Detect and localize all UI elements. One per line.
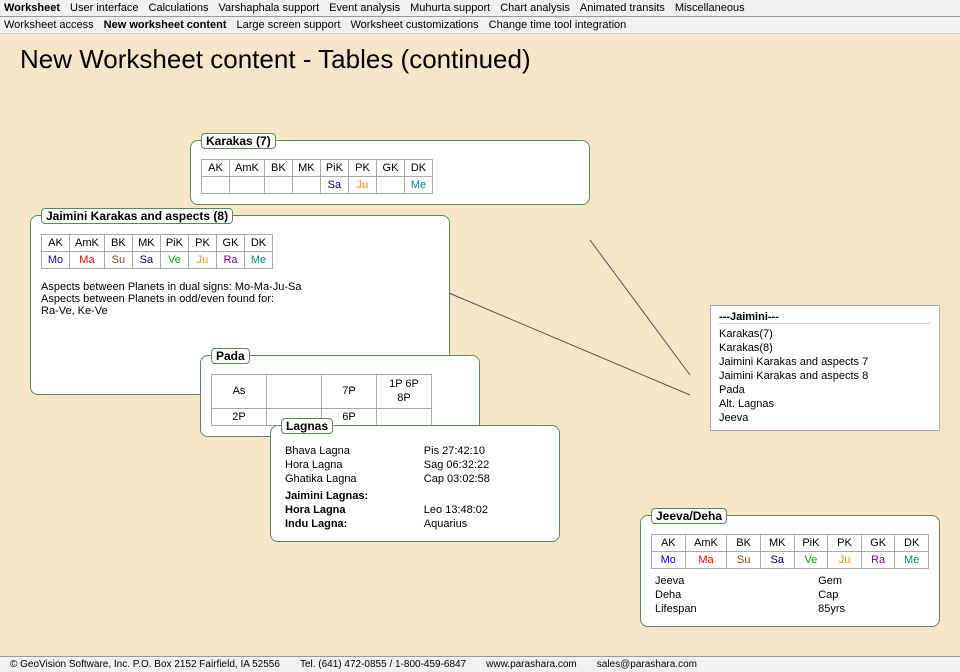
nav2-new-content[interactable]: New worksheet content: [104, 19, 227, 31]
karakas7-table: AKAmKBKMKPiKPKGKDK Sa Ju Me: [201, 159, 433, 194]
jeeva-value: Gem: [814, 574, 929, 588]
sidebar-item-aspects8[interactable]: Jaimini Karakas and aspects 8: [719, 369, 931, 383]
ghatika-lagna-label: Ghatika Lagna: [281, 472, 420, 486]
nav-chart-analysis[interactable]: Chart analysis: [500, 2, 570, 14]
jaimini-lagnas-title: Jaimini Lagnas:: [281, 486, 549, 503]
nav-muhurta[interactable]: Muhurta support: [410, 2, 490, 14]
aspects-text3: Ra-Ve, Ke-Ve: [41, 305, 439, 317]
footer: © GeoVision Software, Inc. P.O. Box 2152…: [0, 656, 960, 672]
deha-value: Cap: [814, 588, 929, 602]
nav-animated-transits[interactable]: Animated transits: [580, 2, 665, 14]
footer-copyright: © GeoVision Software, Inc. P.O. Box 2152…: [10, 659, 280, 670]
aspects-text1: Aspects between Planets in dual signs: M…: [41, 281, 439, 293]
indu-label: Indu Lagna:: [281, 517, 420, 531]
lagnas-panel: Lagnas Bhava Lagna Pis 27:42:10 Hora Lag…: [270, 425, 560, 542]
j-hora-label: Hora Lagna: [281, 503, 420, 517]
nav-user-interface[interactable]: User interface: [70, 2, 138, 14]
nav-worksheet[interactable]: Worksheet: [4, 2, 60, 14]
jeeva-deha-panel: Jeeva/Deha AKAmKBKMKPiKPKGKDK Mo Ma Su S…: [640, 515, 940, 627]
jeeva-label: Jeeva: [651, 574, 814, 588]
bhava-lagna-value: Pis 27:42:10: [420, 444, 549, 458]
karakas7-sa: Sa: [320, 177, 348, 194]
pada-title: Pada: [211, 348, 250, 364]
nav2-customizations[interactable]: Worksheet customizations: [350, 19, 478, 31]
nav2-worksheet-access[interactable]: Worksheet access: [4, 19, 94, 31]
nav-varshaphala[interactable]: Varshaphala support: [218, 2, 319, 14]
nav2-change-time[interactable]: Change time tool integration: [489, 19, 627, 31]
sidebar-item-pada[interactable]: Pada: [719, 383, 931, 397]
lagnas-table: Bhava Lagna Pis 27:42:10 Hora Lagna Sag …: [281, 444, 549, 531]
ghatika-lagna-value: Cap 03:02:58: [420, 472, 549, 486]
karakas7-title: Karakas (7): [201, 133, 276, 149]
page-title: New Worksheet content - Tables (continue…: [0, 34, 960, 85]
sidebar-item-karakas7[interactable]: Karakas(7): [719, 327, 931, 341]
nav2-large-screen[interactable]: Large screen support: [237, 19, 341, 31]
aspects-text2: Aspects between Planets in odd/even foun…: [41, 293, 439, 305]
jeeva-extra-table: Jeeva Gem Deha Cap Lifespan 85yrs: [651, 574, 929, 616]
second-nav-bar: Worksheet access New worksheet content L…: [0, 17, 960, 34]
jaimini8-title: Jaimini Karakas and aspects (8): [41, 208, 233, 224]
karakas7-panel: Karakas (7) AKAmKBKMKPiKPKGKDK Sa Ju Me: [190, 140, 590, 205]
sidebar-panel: ---Jaimini--- Karakas(7) Karakas(8) Jaim…: [710, 305, 940, 431]
karakas7-me: Me: [404, 177, 432, 194]
jaimini8-table: AKAmKBKMKPiKPKGKDK Mo Ma Su Sa Ve Ju Ra …: [41, 234, 273, 269]
top-nav-bar: Worksheet User interface Calculations Va…: [0, 0, 960, 17]
jeeva-deha-table: AKAmKBKMKPiKPKGKDK Mo Ma Su Sa Ve Ju Ra …: [651, 534, 929, 569]
nav-miscellaneous[interactable]: Miscellaneous: [675, 2, 745, 14]
hora-lagna-label: Hora Lagna: [281, 458, 420, 472]
lifespan-label: Lifespan: [651, 602, 814, 616]
footer-tel: Tel. (641) 472-0855 / 1-800-459-6847: [300, 659, 466, 670]
deha-label: Deha: [651, 588, 814, 602]
bhava-lagna-label: Bhava Lagna: [281, 444, 420, 458]
footer-website: www.parashara.com: [486, 659, 577, 670]
lifespan-value: 85yrs: [814, 602, 929, 616]
sidebar-item-alt-lagnas[interactable]: Alt. Lagnas: [719, 397, 931, 411]
karakas7-ju: Ju: [348, 177, 376, 194]
nav-calculations[interactable]: Calculations: [149, 2, 209, 14]
indu-value: Aquarius: [420, 517, 549, 531]
jeeva-deha-title: Jeeva/Deha: [651, 508, 727, 524]
j-hora-value: Leo 13:48:02: [420, 503, 549, 517]
sidebar-item-jeeva[interactable]: Jeeva: [719, 411, 931, 425]
hora-lagna-value: Sag 06:32:22: [420, 458, 549, 472]
main-content: Karakas (7) AKAmKBKMKPiKPKGKDK Sa Ju Me …: [0, 85, 960, 665]
sidebar-item-aspects7[interactable]: Jaimini Karakas and aspects 7: [719, 355, 931, 369]
nav-event-analysis[interactable]: Event analysis: [329, 2, 400, 14]
sidebar-item-karakas8[interactable]: Karakas(8): [719, 341, 931, 355]
lagnas-title: Lagnas: [281, 418, 333, 434]
sidebar-header: ---Jaimini---: [719, 311, 931, 324]
footer-email: sales@parashara.com: [597, 659, 697, 670]
